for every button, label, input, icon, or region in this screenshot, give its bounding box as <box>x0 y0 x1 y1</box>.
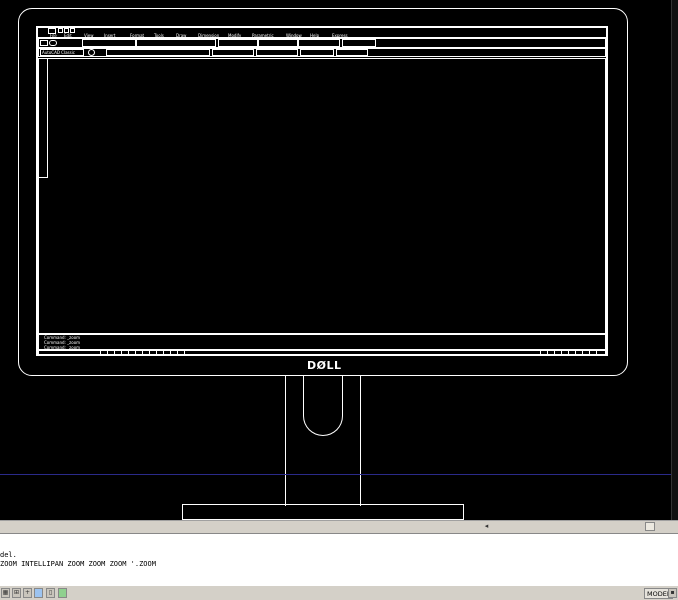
monitor-logo: DØLL <box>307 359 342 372</box>
monitor-stand-base <box>182 504 464 520</box>
inner-status-buttons-right <box>540 351 600 355</box>
inner-toolbar-dropdown <box>256 49 298 56</box>
command-history-line: del. <box>0 551 17 559</box>
status-bar: ▦ ⊞ + ▯ MODEL ▪ <box>0 585 678 600</box>
scroll-left-icon[interactable]: ◂ <box>482 522 491 531</box>
ucs-axis-line <box>0 474 678 475</box>
inner-workspace-label: AutoCAD Classic <box>42 50 76 55</box>
vertical-scrollbar[interactable] <box>671 0 678 520</box>
inner-status-buttons <box>100 351 190 355</box>
inner-toolbar-button <box>49 40 57 46</box>
inner-toolbar-dropdown <box>342 39 376 47</box>
inner-toolbar-dropdown <box>300 49 334 56</box>
status-tray-icon[interactable]: ▪ <box>668 588 677 598</box>
inner-toolbar-dropdown <box>82 39 136 47</box>
scroll-thumb[interactable] <box>645 522 655 531</box>
inner-left-toolbar <box>38 58 48 178</box>
crosshair-icon[interactable]: + <box>23 588 32 598</box>
inner-command-window <box>38 334 606 350</box>
snap-icon[interactable]: ▦ <box>1 588 10 598</box>
inner-drawing-area <box>38 58 606 334</box>
command-window[interactable]: del. ZOOM INTELLIPAN ZOOM ZOOM ZOOM '.ZO… <box>0 533 678 585</box>
grid-icon[interactable]: ⊞ <box>12 588 21 598</box>
monitor-stand-cutout <box>303 376 343 436</box>
layout-tab-icon[interactable] <box>58 588 67 598</box>
inner-layer-dropdown <box>106 49 210 56</box>
inner-toolbar-dropdown <box>336 49 368 56</box>
layout-icon[interactable]: ▯ <box>46 588 55 598</box>
inner-toolbar-dropdown <box>136 39 216 47</box>
inner-toolbar-button <box>40 40 48 46</box>
inner-toolbar-dropdown <box>298 39 340 47</box>
inner-gear-icon <box>88 49 95 56</box>
command-history-line: ZOOM INTELLIPAN ZOOM ZOOM ZOOM '.ZOOM <box>0 560 156 568</box>
inner-toolbar-dropdown <box>218 39 258 47</box>
inner-toolbar-dropdown <box>258 39 298 47</box>
inner-toolbar-dropdown <box>212 49 254 56</box>
drawing-canvas[interactable]: File Edit View Insert Format Tools Draw … <box>0 0 678 533</box>
model-space-icon[interactable] <box>34 588 43 598</box>
horizontal-scrollbar[interactable]: ◂ <box>0 520 678 533</box>
